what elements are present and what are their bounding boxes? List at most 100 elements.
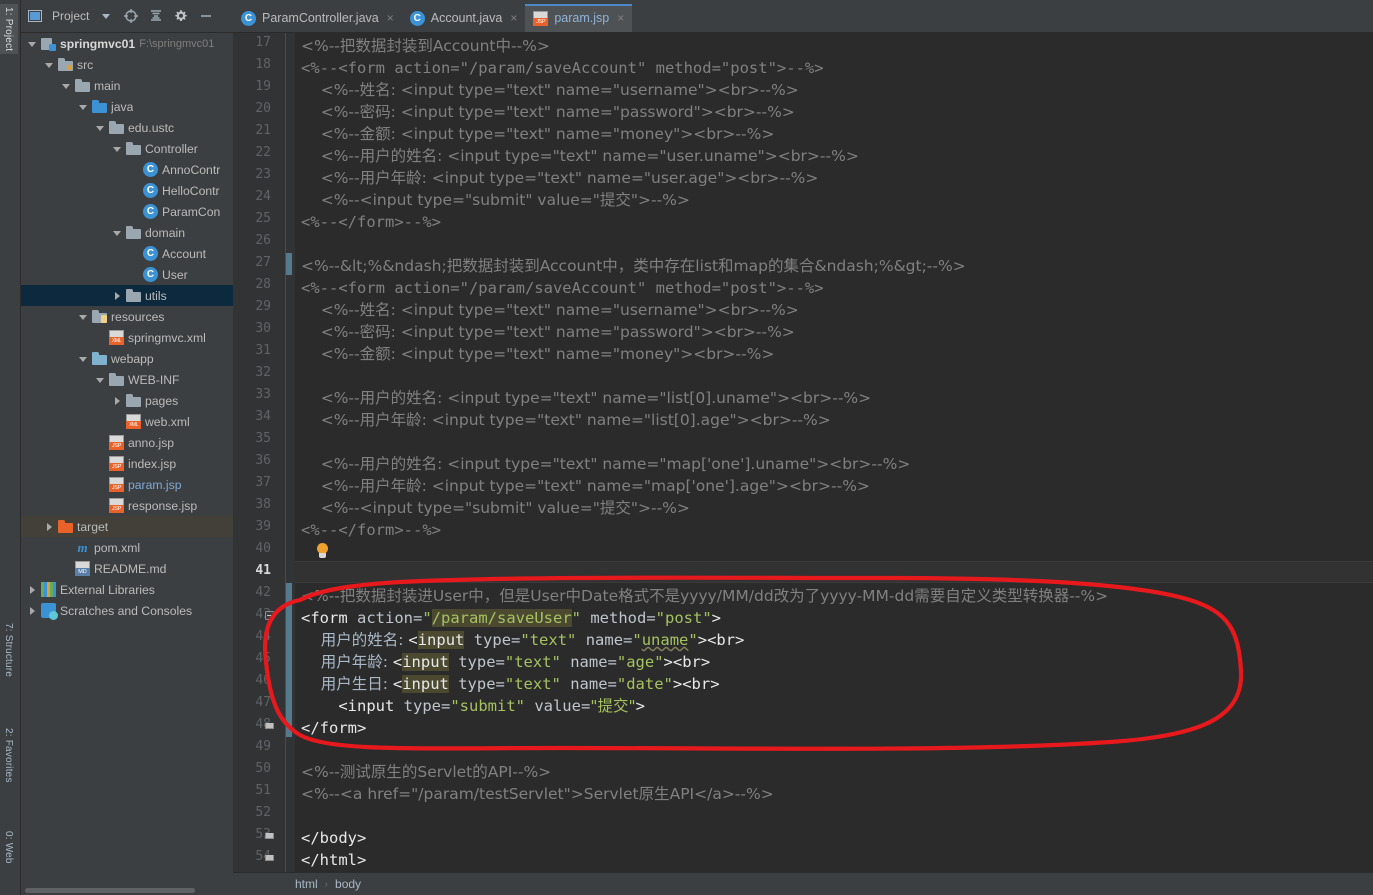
tree-row-pages[interactable]: pages [21,390,233,411]
code-line[interactable]: 用户年龄: <input type="text" name="age"><br> [301,651,710,673]
tree-row-web-xml[interactable]: web.xml [21,411,233,432]
tree-row-controller[interactable]: Controller [21,138,233,159]
code-line[interactable]: <form action="/param/saveUser" method="p… [301,607,721,629]
code-line[interactable]: </body> [301,827,366,849]
code-line[interactable]: <%--把数据封装进User中，但是User中Date格式不是yyyy/MM/d… [301,585,1108,607]
tree-row-edu-ustc[interactable]: edu.ustc [21,117,233,138]
tree-row-index-jsp[interactable]: index.jsp [21,453,233,474]
code-line[interactable]: <%--密码: <input type="text" name="passwor… [301,101,795,123]
toolwindow-button-project[interactable]: 1: Project [0,4,18,55]
code-fold-marker[interactable] [265,853,274,862]
code-fold-marker[interactable] [265,831,274,840]
code-line[interactable]: 用户生日: <input type="text" name="date"><br… [301,673,720,695]
tree-row-annocontr[interactable]: AnnoContr [21,159,233,180]
breadcrumb-item-body[interactable]: body [335,877,361,891]
code-line[interactable]: <%--姓名: <input type="text" name="usernam… [301,299,799,321]
code-line[interactable]: </html> [301,849,366,871]
tree-row-anno-jsp[interactable]: anno.jsp [21,432,233,453]
tree-row-java[interactable]: java [21,96,233,117]
code-line[interactable]: <%--金额: <input type="text" name="money">… [301,123,775,145]
code-line[interactable]: <%--金额: <input type="text" name="money">… [301,343,775,365]
code-fold-marker[interactable] [265,611,274,620]
chevron-down-icon[interactable] [44,60,54,70]
editor-code-area[interactable]: <%--把数据封装到Account中--%> <%--<form action="… [295,33,1373,872]
code-line[interactable]: <%--&lt;%&ndash;把数据封装到Account中，类中存在list和… [301,255,966,277]
tree-row-external-libraries[interactable]: External Libraries [21,579,233,600]
chevron-down-icon[interactable] [27,39,37,49]
tree-row-domain[interactable]: domain [21,222,233,243]
code-line[interactable]: <%--<form action="/param/saveAccount" me… [301,57,824,79]
editor-tab-paramcontroller[interactable]: ParamController.java × [233,4,402,32]
code-line[interactable]: <%--姓名: <input type="text" name="usernam… [301,79,799,101]
chevron-down-icon[interactable] [61,81,71,91]
tree-row-target[interactable]: target [21,516,233,537]
tree-row-resources[interactable]: resources [21,306,233,327]
project-view-title[interactable]: Project [52,9,89,23]
tree-row-main[interactable]: main [21,75,233,96]
code-line[interactable]: <%--<input type="submit" value="提交">--%> [301,497,690,519]
tree-row-scratches-and-consoles[interactable]: Scratches and Consoles [21,600,233,621]
chevron-right-icon[interactable] [44,522,54,532]
vcs-change-marker[interactable] [286,253,292,275]
locate-target-icon[interactable] [123,8,139,24]
toolwindow-button-structure[interactable]: 7: Structure [0,620,18,680]
code-line[interactable]: <%--密码: <input type="text" name="passwor… [301,321,795,343]
code-line[interactable]: <%--用户年龄: <input type="text" name="map['… [301,475,870,497]
chevron-down-icon[interactable] [112,144,122,154]
minimize-icon[interactable] [198,8,214,24]
close-icon[interactable]: × [387,11,394,25]
tree-row-src[interactable]: src [21,54,233,75]
tree-row-user[interactable]: User [21,264,233,285]
code-line[interactable]: <%--</form>--%> [301,519,441,541]
chevron-down-icon[interactable] [95,123,105,133]
scrollbar-thumb[interactable] [25,888,195,893]
code-editor[interactable]: 17 18 19 20 21 22 23 24 25 26 27 28 29 30 31 32 33 34 35 36… [233,33,1373,872]
editor-gutter[interactable]: 17 18 19 20 21 22 23 24 25 26 27 28 29 30 31 32 33 34 35 36… [233,33,295,872]
code-line[interactable]: <%--用户年龄: <input type="text" name="user.… [301,167,819,189]
editor-tab-param-jsp[interactable]: param.jsp × [525,4,633,32]
chevron-down-icon[interactable] [95,375,105,385]
tree-row-readme-md[interactable]: README.md [21,558,233,579]
tree-row-utils[interactable]: utils [21,285,233,306]
chevron-down-icon[interactable] [78,102,88,112]
chevron-right-icon[interactable] [27,585,37,595]
chevron-down-icon[interactable] [98,8,114,24]
close-icon[interactable]: × [617,11,624,25]
tree-row-springmvc01[interactable]: springmvc01 F:\springmvc01 [21,33,233,54]
code-line[interactable]: <%--<form action="/param/saveAccount" me… [301,277,824,299]
code-fold-marker[interactable] [265,721,274,730]
collapse-all-icon[interactable] [148,8,164,24]
code-line[interactable]: 用户的姓名: <input type="text" name="uname"><… [301,629,744,651]
tree-row-param-jsp[interactable]: param.jsp [21,474,233,495]
tree-row-hellocontr[interactable]: HelloContr [21,180,233,201]
code-line[interactable]: <%--测试原生的Servlet的API--%> [301,761,551,783]
project-tree[interactable]: springmvc01 F:\springmvc01 src main java edu.… [21,33,233,885]
tree-row-springmvc-xml[interactable]: springmvc.xml [21,327,233,348]
tree-row-paramcon[interactable]: ParamCon [21,201,233,222]
vcs-change-marker[interactable] [286,583,292,737]
chevron-right-icon[interactable] [27,606,37,616]
chevron-down-icon[interactable] [78,312,88,322]
close-icon[interactable]: × [510,11,517,25]
editor-tab-account[interactable]: Account.java × [402,4,526,32]
chevron-right-icon[interactable] [112,291,122,301]
code-line[interactable]: <%--把数据封装到Account中--%> [301,35,550,57]
settings-gear-icon[interactable] [173,8,189,24]
tree-row-pom-xml[interactable]: m pom.xml [21,537,233,558]
tree-row-webapp[interactable]: webapp [21,348,233,369]
code-line[interactable]: <%--用户的姓名: <input type="text" name="map[… [301,453,911,475]
breadcrumb-item-html[interactable]: html [295,877,318,891]
code-line[interactable]: <%--</form>--%> [301,211,441,233]
code-line[interactable]: <%--用户的姓名: <input type="text" name="user… [301,145,859,167]
code-line[interactable]: </form> [301,717,366,739]
toolwindow-button-web[interactable]: 0: Web [0,828,18,867]
code-line[interactable]: <%--<a href="/param/testServlet">Servlet… [301,783,774,805]
intention-bulb-icon[interactable] [315,543,330,559]
chevron-down-icon[interactable] [112,228,122,238]
code-line[interactable]: <%--用户的姓名: <input type="text" name="list… [301,387,871,409]
chevron-down-icon[interactable] [78,354,88,364]
code-line[interactable]: <%--用户年龄: <input type="text" name="list[… [301,409,831,431]
tree-row-web-inf[interactable]: WEB-INF [21,369,233,390]
tree-row-response-jsp[interactable]: response.jsp [21,495,233,516]
code-line[interactable]: <%--<input type="submit" value="提交">--%> [301,189,690,211]
